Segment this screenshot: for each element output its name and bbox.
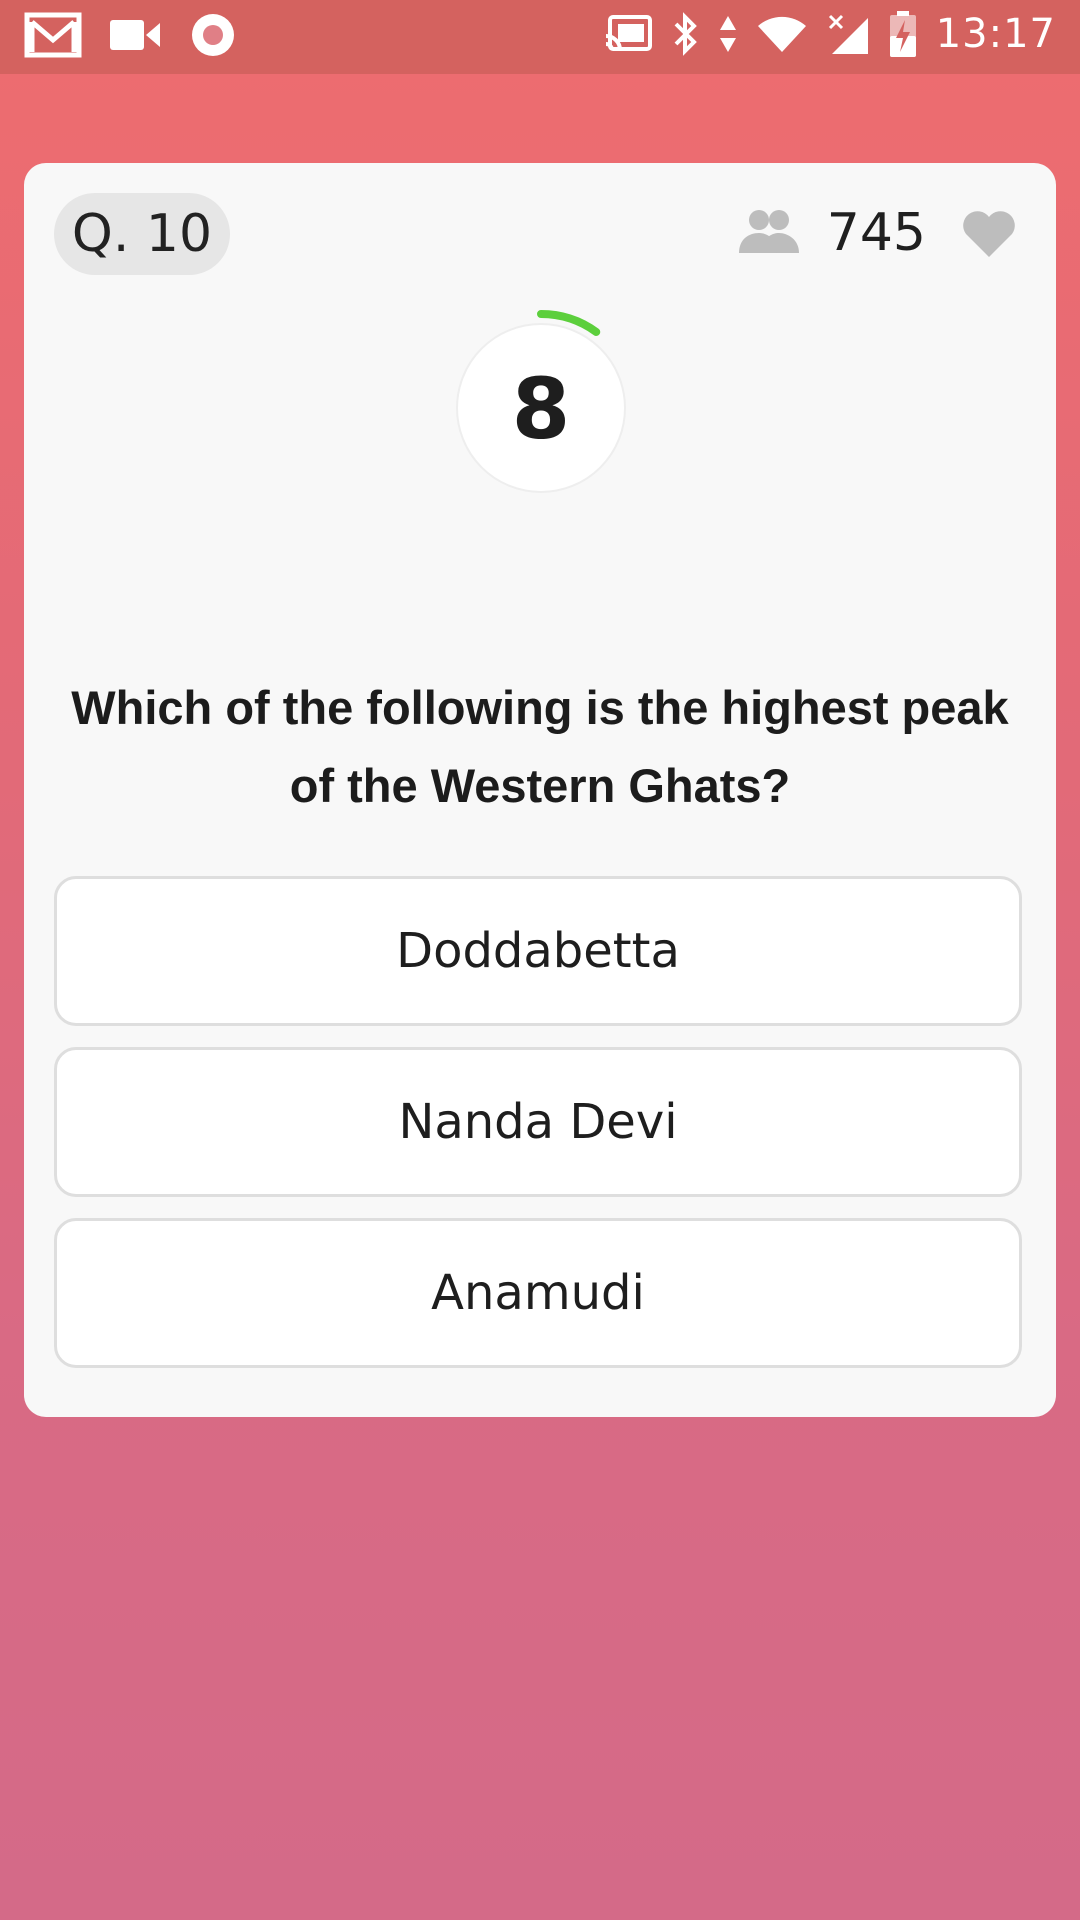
option-1-button[interactable]: Doddabetta [54, 876, 1022, 1026]
question-number-badge: Q. 10 [54, 193, 230, 275]
battery-charging-icon [888, 10, 918, 58]
signal-icon [826, 12, 870, 56]
data-arrows-icon [718, 14, 738, 54]
people-icon [735, 207, 803, 260]
clock: 13:17 [935, 11, 1056, 57]
countdown-timer: 8 [446, 305, 636, 495]
question-card: Q. 10 745 8 Which of the following is th… [24, 163, 1056, 1417]
video-camera-icon [110, 17, 162, 53]
status-bar: 13:17 [0, 0, 1080, 74]
heart-icon[interactable] [960, 207, 1018, 264]
system-icons: 13:17 [604, 10, 1056, 58]
wifi-icon [756, 14, 808, 54]
cast-icon [604, 14, 654, 54]
viewer-count: 745 [826, 203, 926, 263]
gmail-icon [24, 12, 82, 58]
viewer-counter: 745 [735, 203, 926, 263]
option-2-button[interactable]: Nanda Devi [54, 1047, 1022, 1197]
question-text: Which of the following is the highest pe… [71, 681, 1009, 812]
record-icon [190, 12, 236, 58]
bluetooth-icon [672, 12, 700, 56]
option-3-button[interactable]: Anamudi [54, 1218, 1022, 1368]
timer-value: 8 [511, 360, 571, 458]
notification-icons [24, 12, 236, 58]
